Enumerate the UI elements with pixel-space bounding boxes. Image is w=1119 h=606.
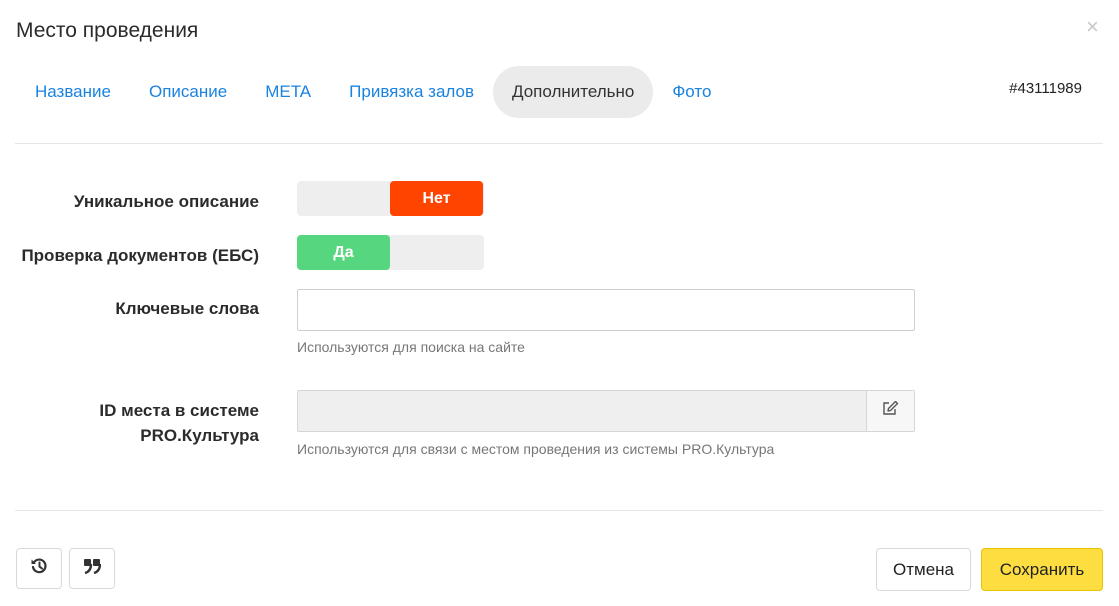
document-check-label: Проверка документов (ЕБС) [21,246,259,265]
edit-id-button[interactable] [866,391,914,431]
document-check-toggle[interactable]: Да [297,235,484,270]
toggle-no-slot [390,235,483,270]
keywords-hint: Используются для поиска на сайте [297,339,525,355]
unique-description-label: Уникальное описание [73,192,259,211]
quote-icon [83,558,102,579]
tab-bar: Название Описание META Привязка залов До… [16,66,730,118]
pro-culture-id-label-line1: ID места в системе [99,401,259,420]
close-icon[interactable]: × [1086,14,1099,40]
tab-additional[interactable]: Дополнительно [493,66,654,118]
tab-name[interactable]: Название [16,66,130,118]
pro-culture-id-value [298,391,866,431]
pro-culture-id-field [297,390,915,432]
dialog-title: Место проведения [16,19,199,42]
toggle-no-option[interactable]: Нет [390,181,483,216]
keywords-field [297,289,915,331]
history-button[interactable] [16,548,62,589]
pro-culture-id-label: ID места в системе PRO.Культура [99,398,259,448]
tab-photo[interactable]: Фото [653,66,730,118]
save-button[interactable]: Сохранить [981,548,1103,591]
edit-icon [882,400,899,421]
record-id: #43111989 [1009,80,1082,97]
keywords-input[interactable] [298,290,914,330]
tab-meta[interactable]: META [246,66,330,118]
history-icon [30,557,48,580]
pro-culture-id-label-line2: PRO.Культура [140,426,259,445]
toggle-yes-option[interactable]: Да [297,235,390,270]
tab-hall-binding[interactable]: Привязка залов [330,66,493,118]
keywords-label: Ключевые слова [115,299,259,318]
cancel-button[interactable]: Отмена [876,548,971,591]
toggle-yes-slot [297,181,390,216]
venue-dialog: Место проведения × Название Описание MET… [0,0,1119,606]
footer-divider [15,510,1103,511]
header-divider [15,143,1103,144]
unique-description-toggle[interactable]: Нет [297,181,484,216]
pro-culture-id-hint: Используются для связи с местом проведен… [297,441,775,457]
quote-button[interactable] [69,548,115,589]
tab-description[interactable]: Описание [130,66,246,118]
